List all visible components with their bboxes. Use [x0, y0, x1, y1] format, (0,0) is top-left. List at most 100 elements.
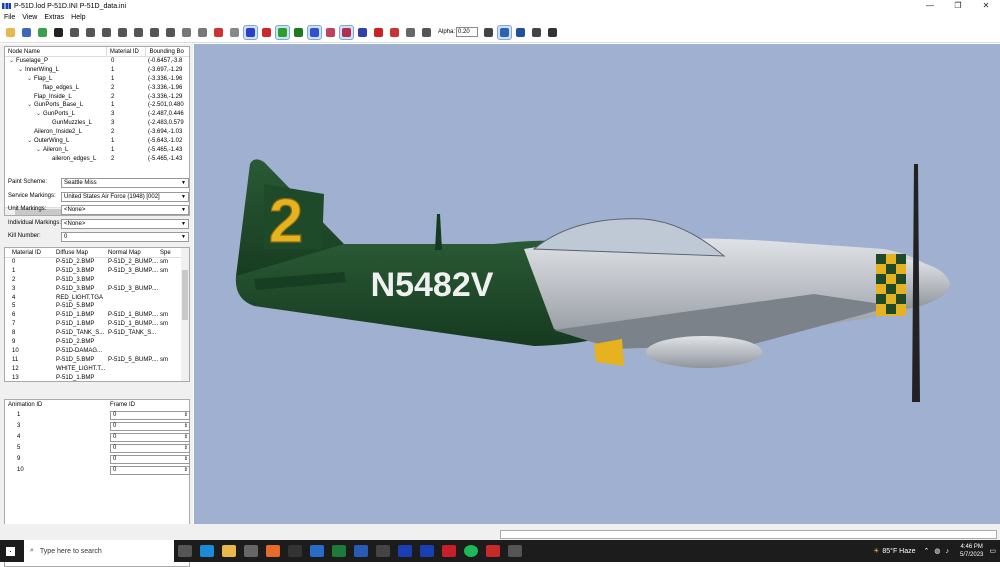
service-markings-select[interactable]: United States Air Force (1948) [002] ▼ [61, 191, 189, 202]
view-green-2-icon[interactable] [292, 26, 305, 39]
col-normal-map[interactable]: Normal Map [108, 248, 160, 257]
material-row[interactable]: 6 P-51D_1.BMP P-51D_1_BUMP.... sm [5, 311, 189, 320]
menu-help[interactable]: Help [71, 14, 85, 21]
box-iso-icon[interactable] [164, 26, 177, 39]
file-explorer-icon[interactable] [222, 545, 236, 557]
edge-icon[interactable] [200, 545, 214, 557]
object-icon[interactable] [404, 26, 417, 39]
spinner-arrows-icon[interactable]: ⇕ [184, 423, 188, 430]
notification-icon[interactable]: ▭ [989, 547, 996, 555]
material-row[interactable]: 8 P-51D_TANK_S... P-51D_TANK_S... [5, 329, 189, 338]
tree-row[interactable]: flap_edges_L 2 (-3.336,-1.96 [5, 84, 189, 93]
col-material-id[interactable]: Material ID [107, 47, 147, 56]
expand-toggle-icon[interactable]: ⌄ [25, 75, 34, 84]
cube-gray-3-icon[interactable] [228, 26, 241, 39]
sphere-icon[interactable] [388, 26, 401, 39]
material-row[interactable]: 12 WHITE_LIGHT.T... [5, 365, 189, 374]
col-node-name[interactable]: Node Name [5, 47, 107, 56]
acrobat-icon[interactable] [442, 545, 456, 557]
cube-gray-1-icon[interactable] [180, 26, 193, 39]
solid-icon[interactable] [420, 26, 433, 39]
material-row[interactable]: 7 P-51D_1.BMP P-51D_1_BUMP.... sm [5, 320, 189, 329]
view-red-icon[interactable] [260, 26, 273, 39]
excel-icon[interactable] [332, 545, 346, 557]
cube-outline-icon[interactable] [530, 26, 543, 39]
shade-2-icon[interactable] [339, 24, 354, 40]
tree-row[interactable]: Flap_Inside_L 2 (-3.336,-1.29 [5, 93, 189, 102]
frame-id-spinbox[interactable]: 0 ⇕ [110, 455, 190, 464]
box-left-icon[interactable] [100, 26, 113, 39]
frame-id-spinbox[interactable]: 0 ⇕ [110, 444, 190, 453]
individual-markings-select[interactable]: <None> ▼ [61, 218, 189, 229]
task-view-icon[interactable] [178, 545, 192, 557]
tree-row[interactable]: Aileron_Inside2_L 2 (-3.694,-1.03 [5, 128, 189, 137]
weather-text[interactable]: 85°F Haze [882, 548, 915, 555]
texture-icon[interactable] [36, 26, 49, 39]
tree-row[interactable]: ⌄ InnerWing_L 1 (-3.697,-1.29 [5, 66, 189, 75]
material-row[interactable]: 9 P-51D_2.BMP [5, 338, 189, 347]
frame-id-spinbox[interactable]: 0 ⇕ [110, 433, 190, 442]
minimize-button[interactable]: — [916, 0, 944, 12]
menu-extras[interactable]: Extras [44, 14, 64, 21]
clock[interactable]: 4:46 PM 5/7/2023 [960, 543, 983, 559]
expand-toggle-icon[interactable]: ⌄ [16, 66, 25, 75]
menu-view[interactable]: View [22, 14, 37, 21]
network-icon[interactable]: ◍ [934, 547, 940, 555]
7zip-icon[interactable] [376, 545, 390, 557]
material-row[interactable]: 2 P-51D_3.BMP [5, 276, 189, 285]
expand-toggle-icon[interactable]: ⌄ [34, 110, 43, 119]
material-row[interactable]: 0 P-51D_2.BMP P-51D_2_BUMP.... sm [5, 258, 189, 267]
unit-markings-select[interactable]: <None> ▼ [61, 205, 189, 215]
cube-red-icon[interactable] [212, 26, 225, 39]
volume-icon[interactable]: ♪ [946, 548, 950, 555]
firefox-icon[interactable] [266, 545, 280, 557]
taskbar-search[interactable]: ⌕ Type here to search [24, 540, 174, 562]
open-icon[interactable] [4, 26, 17, 39]
paint-scheme-select[interactable]: Seattle Miss ▼ [61, 178, 189, 188]
tree-row[interactable]: GunMuzzles_L 3 (-2.483,0.579 [5, 119, 189, 128]
expand-toggle-icon[interactable]: ⌄ [25, 101, 34, 110]
spinner-arrows-icon[interactable]: ⇕ [184, 412, 188, 419]
material-row[interactable]: 3 P-51D_3.BMP P-51D_3_BUMP.... [5, 285, 189, 294]
expand-toggle-icon[interactable]: ⌄ [25, 137, 34, 146]
tree-row[interactable]: ⌄ OuterWing_L 1 (-5.643,-1.02 [5, 137, 189, 146]
material-row[interactable]: 11 P-51D_5.BMP P-51D_5_BUMP.... sm [5, 356, 189, 365]
tree-row[interactable]: ⌄ Aileron_L 1 (-5.465,-1.43 [5, 146, 189, 155]
materials-vscrollbar[interactable] [181, 248, 189, 381]
col-diffuse-map[interactable]: Diffuse Map [56, 248, 108, 257]
box-back-icon[interactable] [84, 26, 97, 39]
zoom-icon[interactable] [52, 26, 65, 39]
spinner-arrows-icon[interactable]: ⇕ [184, 467, 188, 474]
box-right-icon[interactable] [116, 26, 129, 39]
col-frame-id[interactable]: Frame ID [110, 400, 135, 410]
wire-box-icon[interactable] [482, 26, 495, 39]
menu-file[interactable]: File [4, 14, 15, 21]
axes-icon[interactable] [514, 26, 527, 39]
light-icon[interactable] [372, 26, 385, 39]
restore-button[interactable]: ❐ [944, 0, 972, 12]
app-misc-icon[interactable] [508, 545, 522, 557]
store-icon[interactable] [244, 545, 258, 557]
spinner-arrows-icon[interactable]: ⇕ [184, 434, 188, 441]
shade-1-icon[interactable] [324, 26, 337, 39]
spotify-icon[interactable] [464, 545, 478, 557]
material-row[interactable]: 13 P-51D_1.BMP [5, 374, 189, 381]
tree-row[interactable]: ⌄ GunPorts_L 3 (-2.487,0.446 [5, 110, 189, 119]
col-material-id[interactable]: Material ID [5, 248, 56, 257]
3d-viewport[interactable]: 2 N5482V [194, 44, 1000, 524]
frame-id-spinbox[interactable]: 0 ⇕ [110, 422, 190, 431]
col-specular[interactable]: Spe [160, 248, 180, 257]
frame-id-spinbox[interactable]: 0 ⇕ [110, 411, 190, 420]
box-top-icon[interactable] [132, 26, 145, 39]
shade-3-icon[interactable] [356, 26, 369, 39]
app-blue-icon[interactable] [398, 545, 412, 557]
material-row[interactable]: 5 P-51D_5.BMP [5, 302, 189, 311]
alpha-input[interactable]: 0.20 [456, 27, 479, 37]
col-bounding-box[interactable]: Bounding Bo [146, 47, 189, 56]
expand-toggle-icon[interactable]: ⌄ [7, 57, 16, 66]
spinner-arrows-icon[interactable]: ⇕ [184, 456, 188, 463]
shield-icon[interactable] [486, 545, 500, 557]
word-icon[interactable] [354, 545, 368, 557]
tree-row[interactable]: ⌄ GunPorts_Base_L 1 (-2.501,0.480 [5, 101, 189, 110]
cube-gray-2-icon[interactable] [196, 26, 209, 39]
